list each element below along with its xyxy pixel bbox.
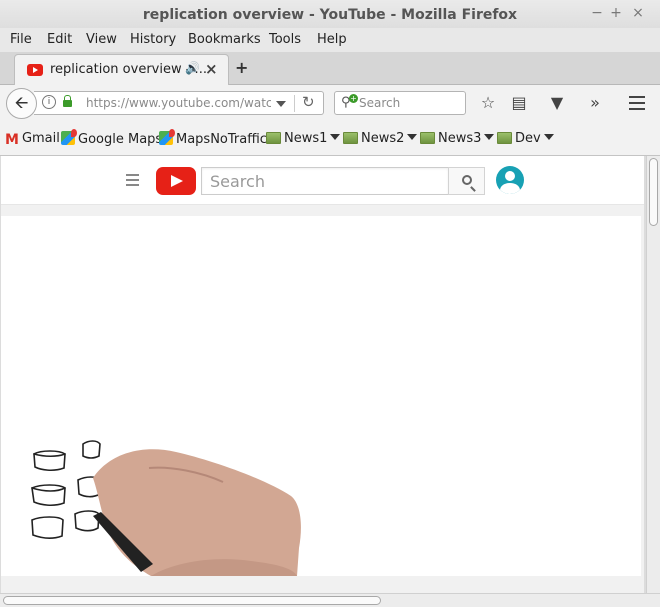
search-box[interactable]: ⚲ + Search bbox=[334, 91, 466, 115]
url-domain: https://www.youtube.com bbox=[86, 96, 240, 110]
bookmark-folder-news3[interactable]: News3 bbox=[420, 131, 495, 146]
back-button[interactable]: 🡨 bbox=[6, 88, 37, 119]
dropdown-arrow-icon bbox=[407, 134, 418, 140]
bookmark-mapsnotraffic[interactable]: MapsNoTraffic bbox=[159, 129, 267, 147]
lock-icon[interactable] bbox=[63, 95, 72, 107]
url-bar[interactable]: i https://www.youtube.com/watch? ↻ bbox=[34, 91, 324, 115]
add-search-engine-icon: + bbox=[349, 94, 358, 103]
back-arrow-icon: 🡨 bbox=[14, 93, 29, 113]
menu-file[interactable]: File bbox=[10, 32, 32, 47]
new-tab-button[interactable]: + bbox=[235, 58, 248, 77]
gmail-icon: M bbox=[5, 132, 19, 148]
pocket-icon[interactable]: ▼ bbox=[547, 93, 567, 112]
page-content: Search bbox=[1, 156, 644, 593]
menu-edit[interactable]: Edit bbox=[47, 32, 72, 47]
dropdown-arrow-icon bbox=[484, 134, 495, 140]
url-text[interactable]: https://www.youtube.com/watch? bbox=[86, 96, 271, 110]
menu-history[interactable]: History bbox=[130, 32, 176, 47]
bookmark-label: MapsNoTraffic bbox=[176, 132, 267, 147]
menu-bar: File Edit View History Bookmarks Tools H… bbox=[0, 28, 660, 52]
bookmark-label: Gmail bbox=[21, 131, 60, 146]
speaker-icon[interactable]: 🔊 bbox=[185, 61, 200, 75]
horizontal-scrollbar[interactable] bbox=[0, 593, 660, 607]
folder-icon bbox=[343, 132, 358, 144]
maps-icon bbox=[61, 129, 77, 145]
youtube-favicon-icon bbox=[27, 64, 43, 76]
youtube-logo[interactable] bbox=[156, 167, 196, 195]
video-frame-illustration bbox=[31, 440, 301, 576]
minimize-button[interactable]: − bbox=[588, 5, 606, 21]
folder-icon bbox=[497, 132, 512, 144]
tab-replication-overview[interactable]: replication overview - ... 🔊 × bbox=[14, 54, 229, 85]
tab-strip: replication overview - ... 🔊 × + bbox=[0, 52, 660, 85]
bookmark-label: Google Maps bbox=[78, 132, 163, 147]
youtube-header: Search bbox=[1, 156, 644, 205]
info-icon[interactable]: i bbox=[42, 95, 56, 109]
vertical-scroll-thumb[interactable] bbox=[649, 158, 658, 226]
youtube-search-placeholder: Search bbox=[210, 172, 265, 191]
menu-view[interactable]: View bbox=[86, 32, 117, 47]
maximize-button[interactable]: + bbox=[607, 5, 625, 21]
window-title: replication overview - YouTube - Mozilla… bbox=[142, 7, 518, 23]
youtube-search-input[interactable]: Search bbox=[201, 167, 449, 195]
search-icon bbox=[462, 175, 472, 185]
bookmark-star-icon[interactable]: ☆ bbox=[478, 93, 498, 112]
tab-title: replication overview - ... bbox=[50, 62, 207, 77]
menu-help[interactable]: Help bbox=[317, 32, 347, 47]
close-tab-button[interactable]: × bbox=[205, 60, 218, 78]
url-dropdown-icon[interactable] bbox=[276, 101, 286, 107]
bookmarks-toolbar: M Gmail Google Maps MapsNoTraffic News1 N… bbox=[0, 122, 660, 156]
url-separator bbox=[294, 95, 295, 112]
menu-hamburger-icon[interactable] bbox=[629, 96, 645, 114]
window-titlebar: replication overview - YouTube - Mozilla… bbox=[0, 0, 660, 28]
avatar[interactable] bbox=[496, 166, 524, 194]
bookmark-label: News1 bbox=[284, 131, 328, 146]
youtube-search-button[interactable] bbox=[448, 167, 485, 195]
search-placeholder: Search bbox=[359, 96, 401, 110]
guide-menu-icon[interactable] bbox=[126, 174, 139, 189]
dropdown-arrow-icon bbox=[330, 134, 341, 140]
bookmark-folder-dev[interactable]: Dev bbox=[497, 131, 554, 146]
horizontal-scroll-thumb[interactable] bbox=[3, 596, 381, 605]
video-player[interactable] bbox=[1, 216, 641, 576]
dropdown-arrow-icon bbox=[543, 134, 554, 140]
bookmark-google-maps[interactable]: Google Maps bbox=[61, 129, 163, 147]
close-window-button[interactable]: × bbox=[629, 5, 647, 21]
folder-icon bbox=[266, 132, 281, 144]
vertical-scrollbar[interactable] bbox=[646, 156, 660, 593]
bookmark-folder-news2[interactable]: News2 bbox=[343, 131, 418, 146]
reload-icon[interactable]: ↻ bbox=[302, 93, 315, 111]
bookmark-folder-news1[interactable]: News1 bbox=[266, 131, 341, 146]
bookmark-label: News2 bbox=[361, 131, 405, 146]
navigation-toolbar: i https://www.youtube.com/watch? ↻ 🡨 ⚲ +… bbox=[0, 85, 660, 122]
bookmark-gmail[interactable]: M Gmail bbox=[5, 131, 60, 148]
bookmark-label: Dev bbox=[515, 131, 541, 146]
menu-tools[interactable]: Tools bbox=[269, 32, 301, 47]
menu-bookmarks[interactable]: Bookmarks bbox=[188, 32, 261, 47]
bookmark-label: News3 bbox=[438, 131, 482, 146]
url-path: /watch? bbox=[239, 96, 271, 110]
reader-view-icon[interactable]: ▤ bbox=[509, 93, 529, 112]
maps-icon bbox=[159, 129, 175, 145]
overflow-chevron-icon[interactable]: » bbox=[585, 93, 605, 112]
folder-icon bbox=[420, 132, 435, 144]
